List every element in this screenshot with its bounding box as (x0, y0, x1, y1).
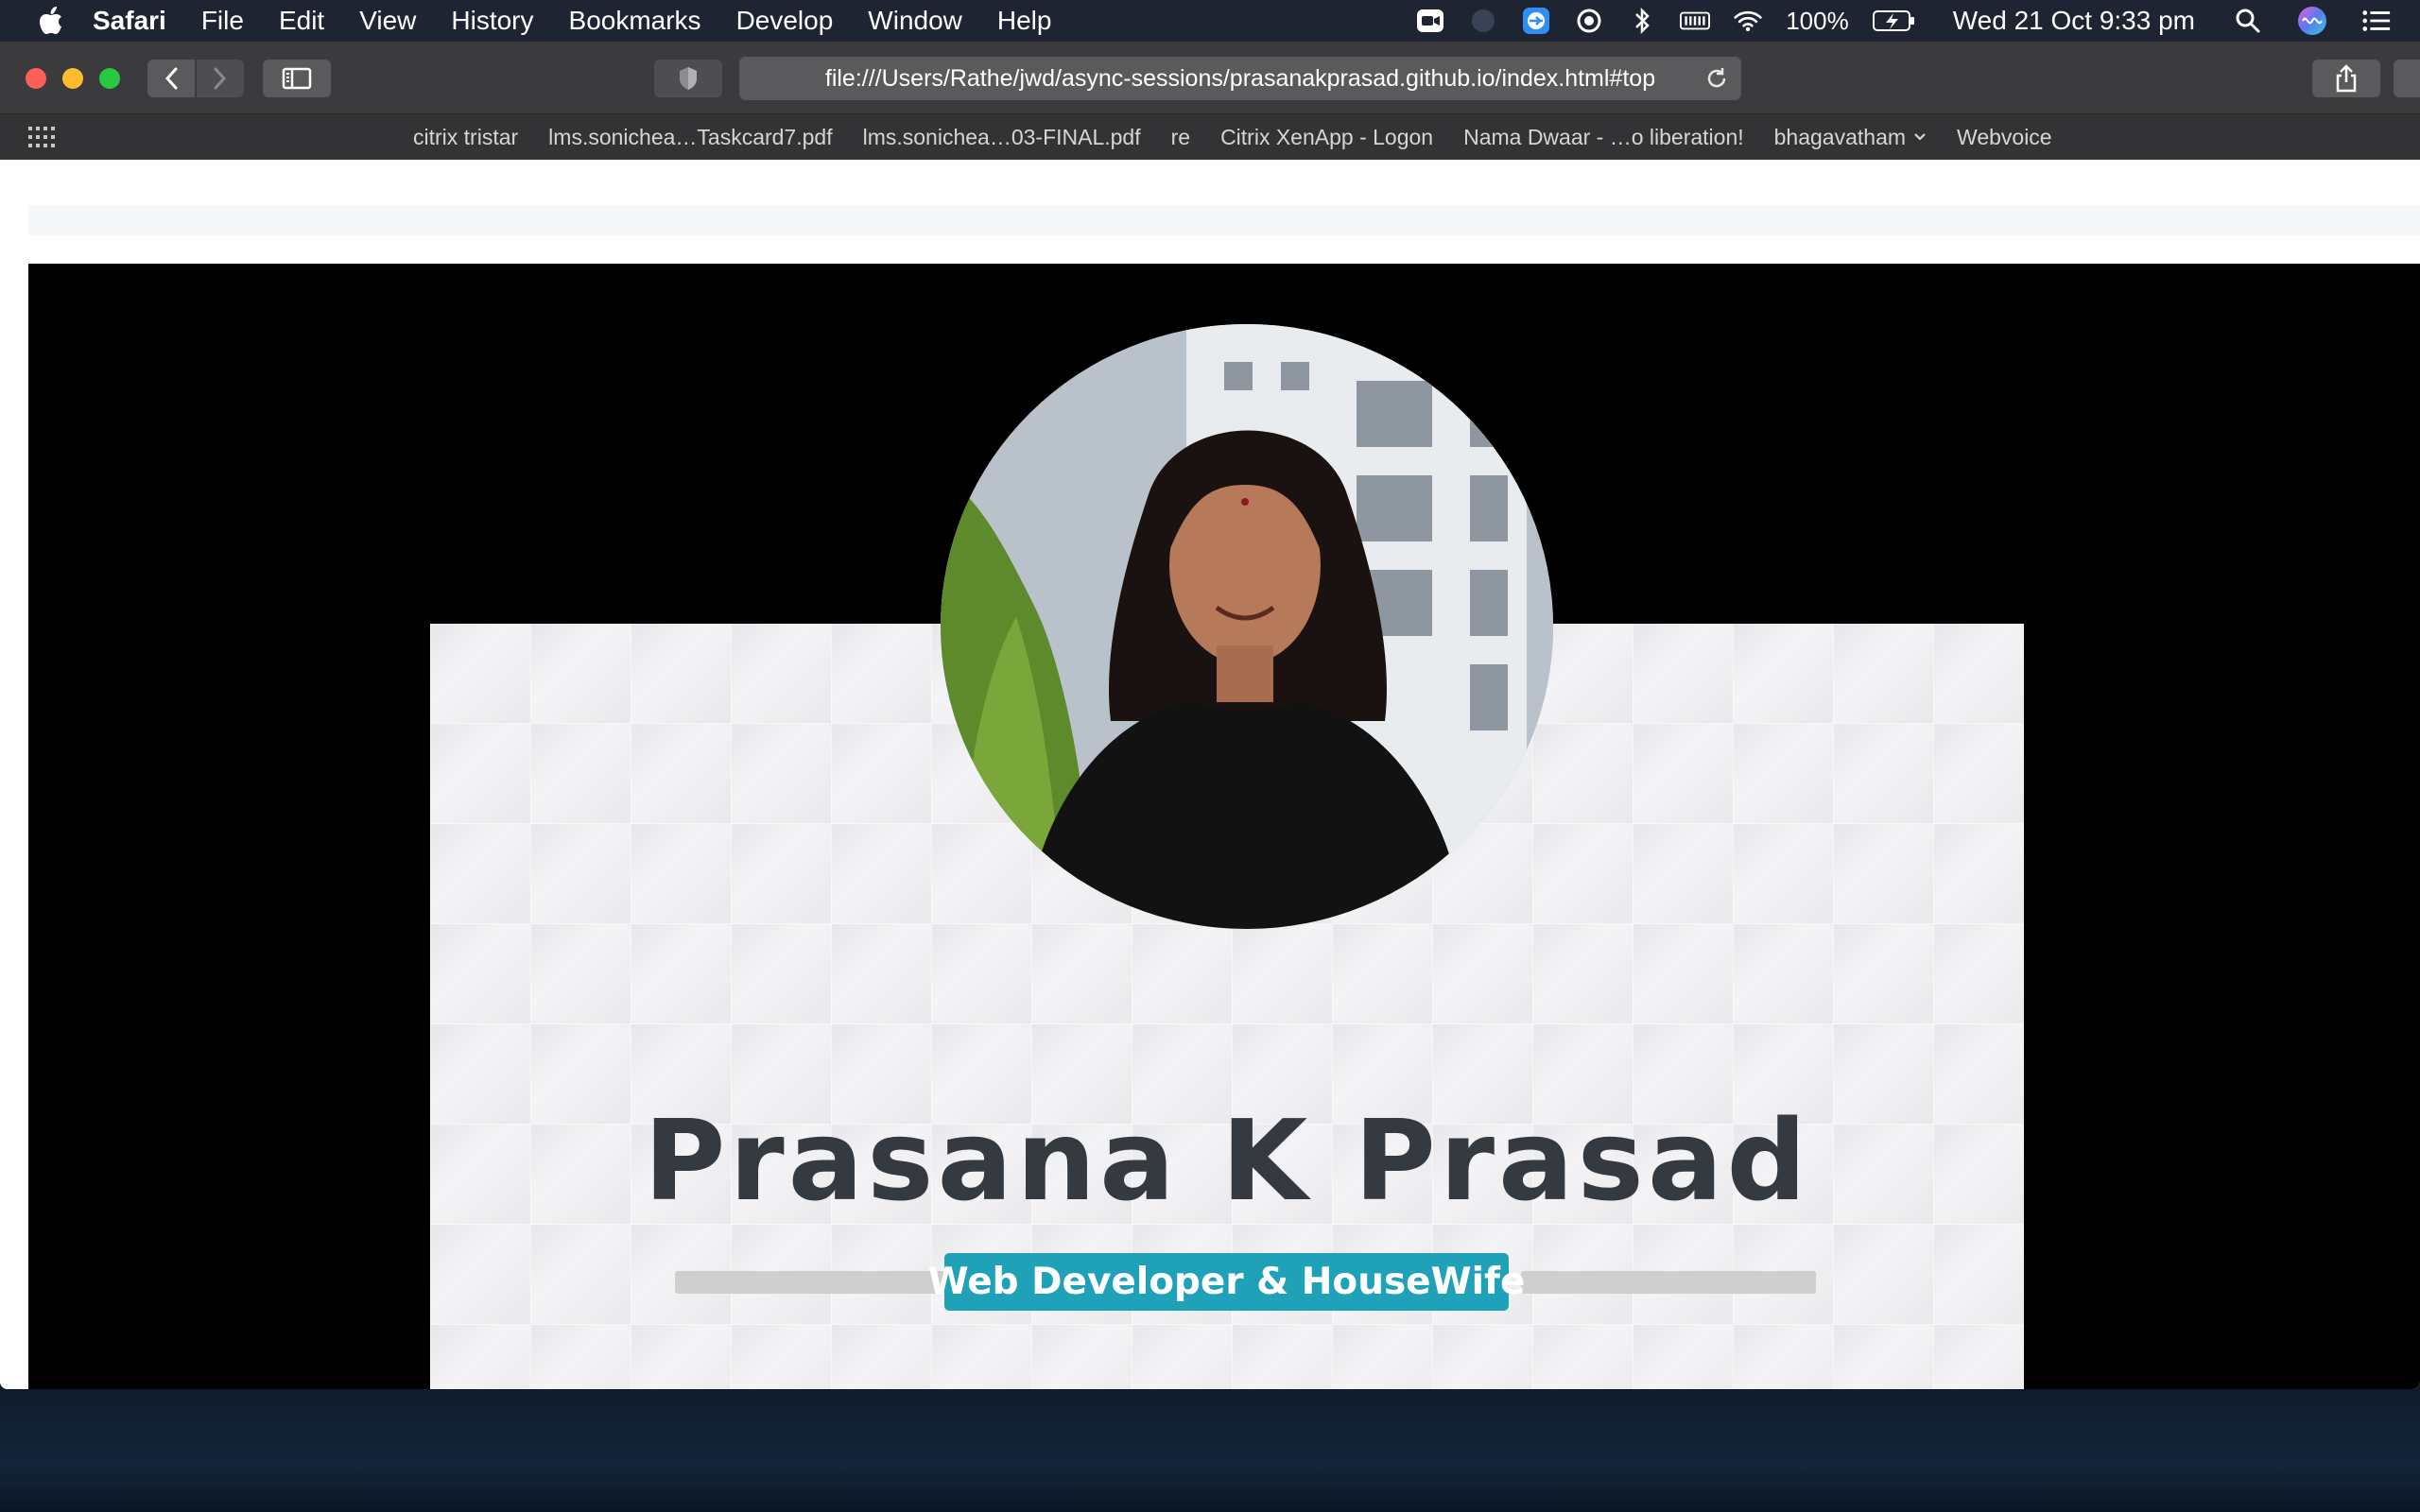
page-top-strip (28, 205, 2420, 235)
tab-overview-button[interactable] (2394, 60, 2420, 97)
wifi-icon[interactable] (1733, 6, 1763, 36)
teamviewer-icon[interactable] (1521, 6, 1551, 36)
favorite-link[interactable]: re (1171, 125, 1190, 150)
favorite-link[interactable]: Webvoice (1957, 125, 2052, 150)
chevron-down-icon (1914, 133, 1926, 141)
favorite-link[interactable]: lms.sonichea…03-FINAL.pdf (863, 125, 1141, 150)
favorite-link[interactable]: Nama Dwaar - …o liberation! (1463, 125, 1744, 150)
battery-charging-icon[interactable] (1872, 6, 1917, 36)
forward-button[interactable] (197, 60, 244, 97)
favorite-link[interactable]: citrix tristar (413, 125, 518, 150)
status-area: 100% Wed 21 Oct 9:33 pm (1415, 0, 2420, 42)
safari-window: file:///Users/Rathe/jwd/async-sessions/p… (0, 42, 2420, 1389)
favorites-list: citrix tristar lms.sonichea…Taskcard7.pd… (413, 114, 2083, 160)
menu-edit[interactable]: Edit (279, 6, 324, 36)
role-badge: Web Developer & HouseWife (928, 1253, 1525, 1311)
grid-icon[interactable] (28, 127, 57, 147)
sync-icon[interactable] (1574, 6, 1604, 36)
menu-app-safari[interactable]: Safari (93, 6, 166, 36)
chevron-left-icon (164, 67, 178, 90)
shield-icon (680, 67, 697, 90)
close-window-button[interactable] (26, 68, 46, 89)
menu-history[interactable]: History (451, 6, 533, 36)
clock[interactable]: Wed 21 Oct 9:33 pm (1953, 6, 2195, 36)
sidebar-icon (282, 67, 312, 90)
apple-logo-icon[interactable] (38, 6, 64, 36)
memory-icon[interactable] (1680, 6, 1711, 36)
minimize-window-button[interactable] (62, 68, 83, 89)
sidebar-toggle-button[interactable] (263, 60, 331, 97)
divider-left (675, 1271, 945, 1294)
menu-help[interactable]: Help (997, 6, 1052, 36)
notification-center-icon[interactable] (2361, 6, 2392, 36)
bluetooth-icon[interactable] (1627, 6, 1657, 36)
browser-toolbar: file:///Users/Rathe/jwd/async-sessions/p… (0, 42, 2420, 114)
favorite-link[interactable]: Citrix XenApp - Logon (1220, 125, 1433, 150)
share-button[interactable] (2312, 60, 2380, 97)
desktop-background (0, 1389, 2420, 1512)
spotlight-search-icon[interactable] (2233, 6, 2263, 36)
siri-icon[interactable] (2297, 6, 2327, 36)
address-bar[interactable]: file:///Users/Rathe/jwd/async-sessions/p… (739, 57, 1741, 100)
battery-percent: 100% (1786, 6, 1849, 35)
menu-develop[interactable]: Develop (736, 6, 834, 36)
url-text[interactable]: file:///Users/Rathe/jwd/async-sessions/p… (825, 65, 1655, 93)
menu-file[interactable]: File (201, 6, 244, 36)
favorite-link[interactable]: lms.sonichea…Taskcard7.pdf (548, 125, 832, 150)
favorite-folder[interactable]: bhagavatham (1774, 125, 1927, 150)
privacy-report-button[interactable] (654, 60, 722, 97)
favorites-bar: citrix tristar lms.sonichea…Taskcard7.pd… (0, 114, 2420, 160)
menu-bookmarks[interactable]: Bookmarks (569, 6, 701, 36)
reload-icon[interactable] (1702, 63, 1732, 94)
maximize-window-button[interactable] (99, 68, 120, 89)
chevron-right-icon (214, 67, 227, 90)
back-button[interactable] (147, 60, 195, 97)
share-icon (2336, 64, 2357, 93)
menu-window[interactable]: Window (868, 6, 962, 36)
zoom-icon[interactable] (1415, 6, 1445, 36)
profile-photo (941, 324, 1553, 929)
moon-icon[interactable] (1468, 6, 1498, 36)
profile-name: Prasana K Prasad (643, 1095, 1811, 1226)
web-page: Prasana K Prasad Web Developer & HouseWi… (0, 160, 2420, 1389)
macos-menu-bar: Safari File Edit View History Bookmarks … (0, 0, 2420, 42)
favorite-folder-label: bhagavatham (1773, 124, 1907, 149)
menu-view[interactable]: View (359, 6, 416, 36)
divider-right (1521, 1271, 1816, 1294)
